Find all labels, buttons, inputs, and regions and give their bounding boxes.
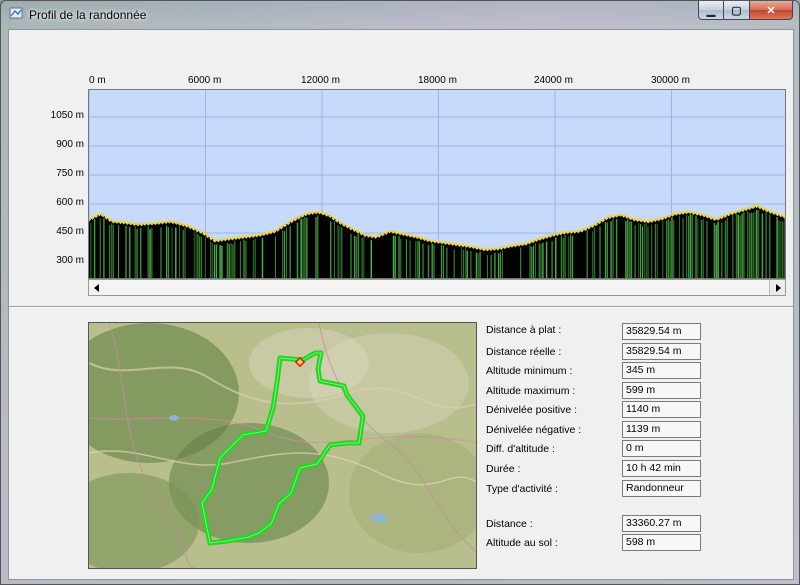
route-map[interactable] [88,322,477,569]
stat-value-altitude-diff: 0 m [622,440,701,457]
arrow-left-icon [94,283,99,292]
close-button[interactable]: ✕ [750,1,793,20]
stat-value-flat-distance: 35829.54 m [622,323,701,340]
minimize-button[interactable]: ▁ [698,1,724,20]
y-tick-label: 900 m [56,139,84,150]
stat-label-max-altitude: Altitude maximum : [486,385,576,397]
stat-value-activity-type: Randonneur [622,480,701,497]
elevation-profile-chart[interactable] [88,89,786,279]
stat-label-flat-distance: Distance à plat : [486,324,562,336]
x-tick-label: 30000 m [651,75,690,86]
stat-label-activity-type: Type d'activité : [486,483,559,495]
stat-value-max-altitude: 599 m [622,382,701,399]
maximize-button[interactable]: ▢ [724,1,750,20]
app-icon [9,7,23,19]
stat-label-positive-gain: Dénivelée positive : [486,404,578,416]
x-tick-label: 6000 m [188,75,222,86]
stat-label-altitude-diff: Diff. d'altitude : [486,443,555,455]
window-title: Profil de la randonnée [29,8,147,22]
title-bar[interactable]: Profil de la randonnée ▁ ▢ ✕ [1,1,799,27]
stat-label-real-distance: Distance réelle : [486,346,562,358]
scroll-left-button[interactable] [89,280,105,295]
section-divider [9,306,793,308]
x-tick-label: 12000 m [301,75,340,86]
y-tick-label: 600 m [56,197,84,208]
stat-value-duration: 10 h 42 min [622,460,701,477]
topographic-map [89,323,476,568]
y-tick-label: 300 m [56,255,84,266]
x-tick-label: 18000 m [418,75,457,86]
stat-value-real-distance: 35829.54 m [622,343,701,360]
scroll-right-button[interactable] [769,280,785,295]
y-tick-label: 1050 m [50,110,84,121]
client-area: 0 m 6000 m 12000 m 18000 m 24000 m 30000… [8,29,794,580]
stat-label-distance: Distance : [486,518,533,530]
elevation-profile-svg [89,90,785,278]
stat-value-min-altitude: 345 m [622,362,701,379]
stat-label-duration: Durée : [486,463,521,475]
terrain-area [89,205,785,278]
y-tick-label: 450 m [56,226,84,237]
stat-value-distance: 33360.27 m [622,515,701,532]
stat-value-negative-gain: 1139 m [622,421,701,438]
x-tick-label: 24000 m [534,75,573,86]
stat-label-min-altitude: Altitude minimum : [486,365,573,377]
stat-value-ground-altitude: 598 m [622,534,701,551]
arrow-right-icon [775,283,781,292]
y-tick-label: 750 m [56,168,84,179]
profile-window: Profil de la randonnée ▁ ▢ ✕ 0 m 6000 m … [0,0,800,585]
stat-value-positive-gain: 1140 m [622,401,701,418]
stat-label-negative-gain: Dénivelée négative : [486,424,582,436]
stat-label-ground-altitude: Altitude au sol : [486,537,558,549]
profile-scrollbar[interactable] [88,279,786,296]
x-tick-label: 0 m [89,75,106,86]
